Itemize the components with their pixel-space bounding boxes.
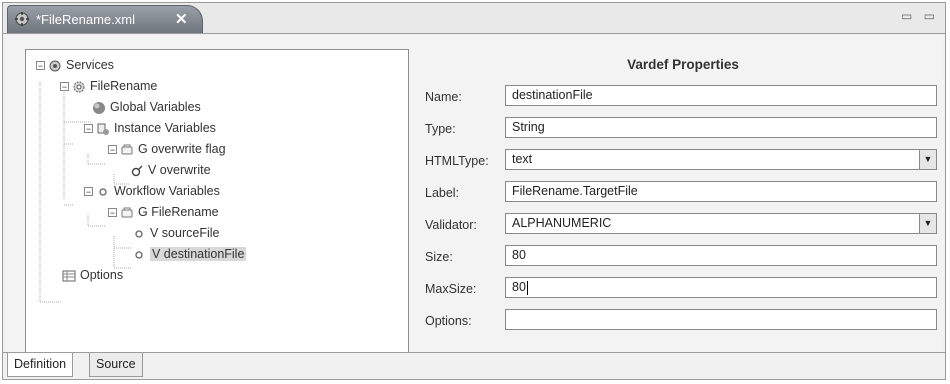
maxsize-field[interactable]: 80 <box>505 277 937 298</box>
collapse-icon[interactable]: − <box>108 208 117 218</box>
options-label: Options: <box>425 314 472 328</box>
tree-guide-lines <box>39 82 132 303</box>
panel-title: Vardef Properties <box>627 57 739 72</box>
tree-item-workflow-variables[interactable]: − Workflow Variables <box>84 182 220 200</box>
type-field[interactable]: String <box>505 117 937 138</box>
editor-frame: *FileRename.xml ✕ ▭ ▭ − Services − FileR… <box>2 2 946 380</box>
gear-icon <box>73 81 85 93</box>
tree-item-label: FileRename <box>90 79 158 93</box>
services-icon <box>49 60 61 72</box>
tree-item-sourcefile[interactable]: V sourceFile <box>132 224 219 242</box>
tree-item-overwrite-flag-group[interactable]: − G overwrite flag <box>108 140 226 158</box>
size-label: Size: <box>425 250 453 264</box>
tab-definition[interactable]: Definition <box>7 353 74 377</box>
vardef-properties-panel: Vardef Properties Name: destinationFile … <box>425 53 941 353</box>
editor-content: − Services − FileRename Global Variables −… <box>5 35 943 353</box>
tree-item-global-variables[interactable]: Global Variables <box>92 98 201 116</box>
editor-tab-filerename[interactable]: *FileRename.xml ✕ <box>7 5 203 33</box>
tab-source[interactable]: Source <box>89 353 143 377</box>
editor-tab-strip: *FileRename.xml ✕ ▭ ▭ <box>3 3 945 34</box>
tree-item-options[interactable]: Options <box>62 266 123 284</box>
label-field[interactable]: FileRename.TargetFile <box>505 181 937 202</box>
tree-item-services[interactable]: − Services <box>36 56 114 74</box>
collapse-icon[interactable]: − <box>60 82 69 92</box>
variable-icon <box>131 165 143 176</box>
window-controls[interactable]: ▭ ▭ <box>901 9 939 23</box>
name-label: Name: <box>425 90 462 104</box>
tree-item-destinationfile[interactable]: V destinationFile <box>132 245 247 263</box>
instance-variables-icon <box>97 123 109 135</box>
tree-item-label: V overwrite <box>148 163 211 177</box>
collapse-icon[interactable]: − <box>84 124 93 134</box>
table-icon <box>62 270 76 282</box>
tree-item-label: Global Variables <box>110 100 201 114</box>
variable-icon <box>99 188 107 196</box>
tree-item-label: V sourceFile <box>150 226 220 240</box>
type-label: Type: <box>425 122 456 136</box>
htmltype-label: HTMLType: <box>425 154 489 168</box>
text-caret <box>526 280 528 295</box>
validator-value: ALPHANUMERIC <box>512 216 612 230</box>
htmltype-select[interactable]: text ▼ <box>505 149 937 170</box>
editor-tab-title: *FileRename.xml <box>36 12 135 27</box>
size-field[interactable]: 80 <box>505 245 937 266</box>
variable-icon <box>135 230 143 238</box>
tree-item-label: Options <box>80 268 124 282</box>
collapse-icon[interactable]: − <box>36 61 45 71</box>
xml-file-icon <box>15 12 29 26</box>
tree-item-label: Services <box>66 58 114 72</box>
chevron-down-icon[interactable]: ▼ <box>919 150 936 169</box>
htmltype-value: text <box>512 152 533 166</box>
close-icon[interactable]: ✕ <box>175 10 188 28</box>
tree-item-overwrite-variable[interactable]: V overwrite <box>130 161 211 179</box>
group-icon <box>121 207 133 218</box>
globe-icon <box>93 101 105 114</box>
variable-icon <box>135 251 143 259</box>
bottom-tab-strip: Definition Source <box>3 352 945 379</box>
tree-item-filerename-service[interactable]: − FileRename <box>60 77 157 95</box>
group-icon <box>121 144 133 155</box>
tree-item-label: G overwrite flag <box>138 142 226 156</box>
validator-select[interactable]: ALPHANUMERIC ▼ <box>505 213 937 234</box>
validator-label: Validator: <box>425 218 477 232</box>
chevron-down-icon[interactable]: ▼ <box>919 214 936 233</box>
maxsize-label: MaxSize: <box>425 282 477 296</box>
label-label: Label: <box>425 186 460 200</box>
options-field[interactable] <box>505 309 937 330</box>
tree-item-label: Workflow Variables <box>114 184 220 198</box>
maxsize-value: 80 <box>512 280 526 294</box>
collapse-icon[interactable]: − <box>84 187 93 197</box>
tree-item-label-selected: V destinationFile <box>150 247 247 261</box>
tree-item-label: Instance Variables <box>114 121 216 135</box>
tree-item-instance-variables[interactable]: − Instance Variables <box>84 119 216 137</box>
name-field[interactable]: destinationFile <box>505 85 937 106</box>
collapse-icon[interactable]: − <box>108 145 117 155</box>
tree-item-filerename-group[interactable]: − G FileRename <box>108 203 219 221</box>
services-tree[interactable]: − Services − FileRename Global Variables −… <box>25 49 409 353</box>
tree-item-label: G FileRename <box>138 205 219 219</box>
